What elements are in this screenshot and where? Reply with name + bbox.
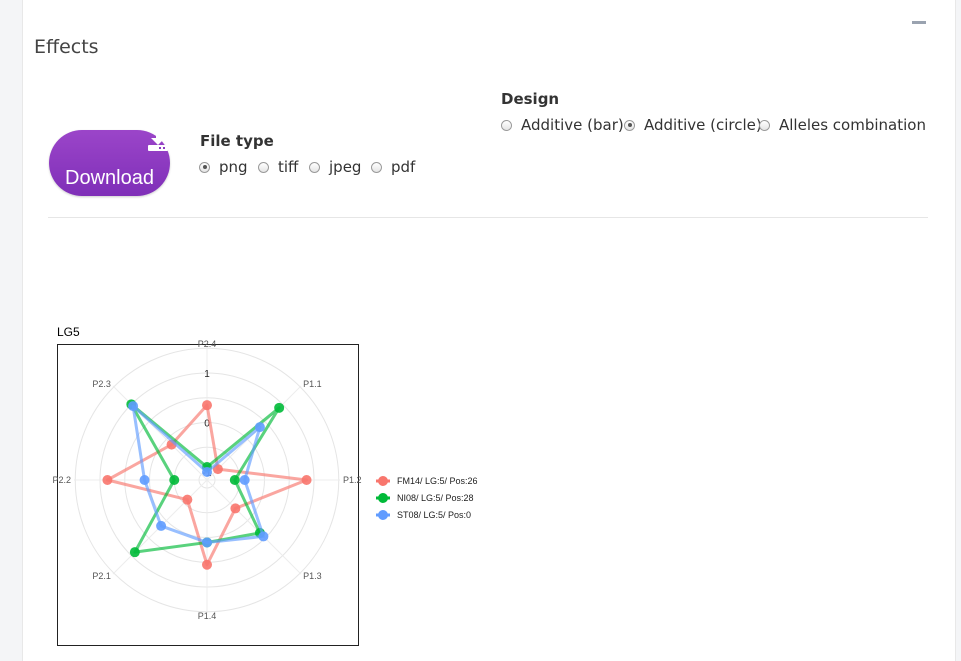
radio-label: png	[219, 158, 248, 176]
collapse-icon[interactable]	[912, 21, 926, 24]
radio-pdf[interactable]	[371, 161, 382, 173]
box-title: Effects	[34, 36, 99, 58]
file-type-option-png[interactable]: png	[199, 158, 248, 176]
radio-jpeg[interactable]	[309, 161, 320, 173]
radio-label: Additive (circle)	[644, 116, 762, 134]
radio-alleles-combination[interactable]	[759, 119, 770, 131]
divider	[48, 217, 928, 218]
download-label: Download	[65, 167, 154, 189]
radio-label: pdf	[391, 158, 416, 176]
radio-label: tiff	[278, 158, 299, 176]
download-icon	[148, 130, 168, 151]
design-option-alleles-combination[interactable]: Alleles combination	[759, 116, 926, 134]
radio-additive-circle[interactable]	[624, 119, 635, 131]
design-option-additive-circle[interactable]: Additive (circle)	[624, 116, 762, 134]
file-type-label: File type	[200, 132, 274, 150]
radio-additive-bar[interactable]	[501, 119, 512, 131]
radio-label: Alleles combination	[779, 116, 926, 134]
download-button[interactable]: Download	[49, 130, 170, 196]
radio-label: Additive (bar)	[521, 116, 624, 134]
file-type-option-tiff[interactable]: tiff	[258, 158, 298, 176]
plot-frame	[57, 344, 359, 646]
design-label: Design	[501, 90, 560, 108]
radio-tiff[interactable]	[258, 161, 269, 173]
plot-title: LG5	[57, 325, 80, 339]
file-type-option-pdf[interactable]: pdf	[371, 158, 415, 176]
radio-label: jpeg	[329, 158, 362, 176]
file-type-option-jpeg[interactable]: jpeg	[309, 158, 361, 176]
design-option-additive-bar[interactable]: Additive (bar)	[501, 116, 624, 134]
radio-png[interactable]	[199, 161, 210, 173]
